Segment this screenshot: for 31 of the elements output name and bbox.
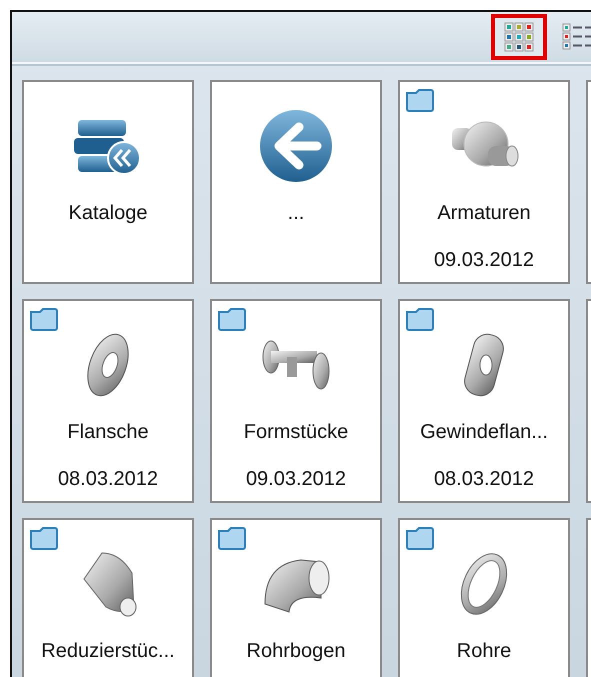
tile-date: 09.03.2012 <box>246 468 346 491</box>
folder-icon <box>30 526 60 550</box>
folder-tile[interactable]: Reduzierstüc... <box>22 518 194 677</box>
grid-view-icon <box>504 22 534 52</box>
folder-icon <box>218 526 248 550</box>
folder-icon <box>406 526 436 550</box>
tile-date: 08.03.2012 <box>434 468 534 491</box>
grid-view-button[interactable] <box>491 14 547 60</box>
folder-icon <box>406 307 436 331</box>
tile-name: Kataloge <box>68 202 148 225</box>
tile-date: 09.03.2012 <box>434 249 534 272</box>
tile-name: Armaturen <box>437 202 531 225</box>
folder-tile[interactable]: Armaturen 09.03.2012 <box>398 80 570 284</box>
folder-tile[interactable]: Rohre <box>398 518 570 677</box>
tile-name: Rohrbogen <box>246 640 346 663</box>
tile-name: Flansche <box>67 421 149 444</box>
folder-tile[interactable]: Gewindeflan... 08.03.2012 <box>398 299 570 503</box>
tile-name: Rohre <box>456 640 512 663</box>
tile-date: 08.03.2012 <box>58 468 158 491</box>
folder-tile[interactable]: Kataloge <box>22 80 194 284</box>
folder-icon <box>218 307 248 331</box>
tile-name: Formstücke <box>244 421 348 444</box>
folder-tile[interactable]: Flansche 08.03.2012 <box>22 299 194 503</box>
folder-icon <box>30 307 60 331</box>
tile-name: Gewindeflan... <box>420 421 548 444</box>
folder-icon <box>406 88 436 112</box>
folder-tile[interactable]: ... <box>210 80 382 284</box>
tile-name: ... <box>288 202 304 225</box>
folder-tile[interactable]: Formstücke 09.03.2012 <box>210 299 382 503</box>
folder-tile[interactable]: Rohrbogen <box>210 518 382 677</box>
tile-name: Reduzierstüc... <box>41 640 175 663</box>
